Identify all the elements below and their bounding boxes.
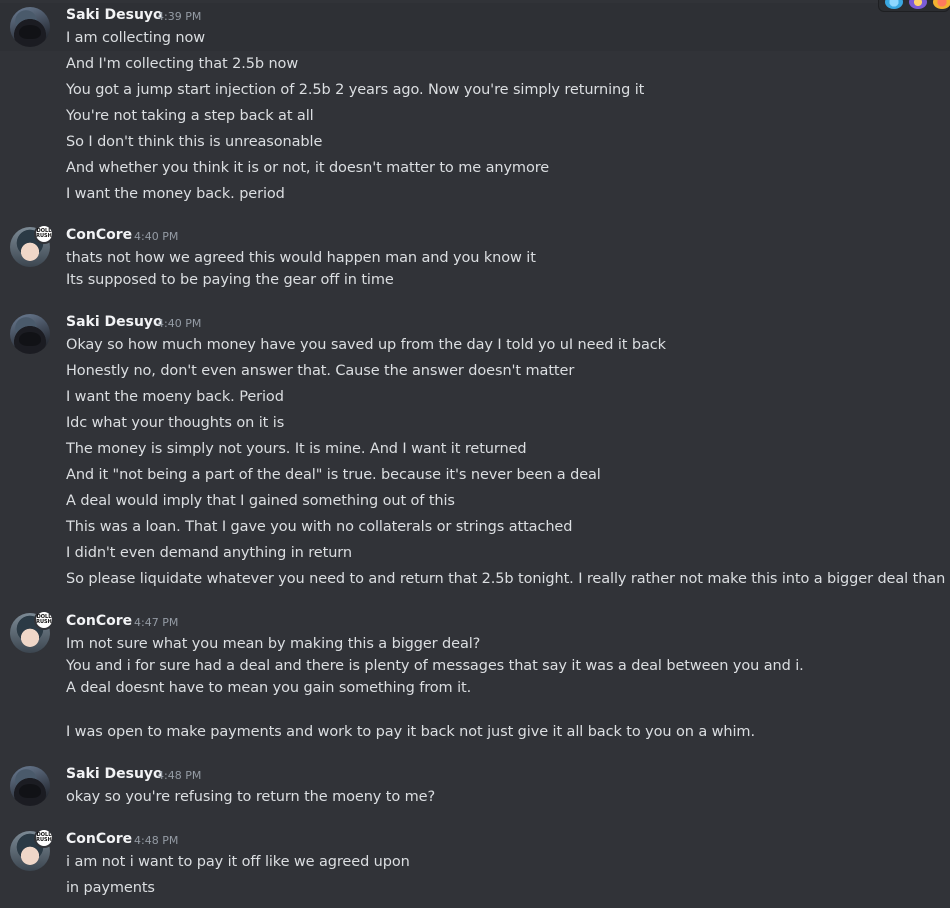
message-text: okay so you're refusing to return the mo…: [66, 789, 436, 805]
message-author[interactable]: Saki Desuyo: [66, 7, 163, 23]
message-text: in payments: [66, 880, 155, 896]
message-author[interactable]: ConCore: [66, 613, 132, 629]
message-text: Honestly no, don't even answer that. Cau…: [66, 363, 575, 379]
message-text: You and i for sure had a deal and there …: [66, 658, 804, 674]
user-avatar[interactable]: [10, 7, 50, 47]
party-emoji-icon[interactable]: [909, 0, 927, 9]
avatar-badge: DOLL RUSH: [34, 610, 54, 630]
message-author[interactable]: ConCore: [66, 227, 132, 243]
message-author[interactable]: Saki Desuyo: [66, 314, 163, 330]
message-text: This was a loan. That I gave you with no…: [66, 519, 573, 535]
message-timestamp[interactable]: 4:40 PM: [134, 230, 178, 243]
message-text: And I'm collecting that 2.5b now: [66, 56, 299, 72]
user-avatar[interactable]: [10, 766, 50, 806]
message-timestamp[interactable]: 4:39 PM: [157, 10, 201, 23]
message-text: Idc what your thoughts on it is: [66, 415, 285, 431]
message-text: You're not taking a step back at all: [66, 108, 314, 124]
message-text: I am collecting now: [66, 30, 206, 46]
message-timestamp[interactable]: 4:48 PM: [134, 834, 178, 847]
blue-emoji-icon[interactable]: [885, 0, 903, 9]
message-text: i am not i want to pay it off like we ag…: [66, 854, 410, 870]
avatar-badge-text: RUSH: [36, 619, 52, 625]
orange-emoji-icon[interactable]: [933, 0, 950, 9]
message-text: I want the moeny back. Period: [66, 389, 284, 405]
message-text: A deal doesnt have to mean you gain some…: [66, 680, 472, 696]
message-author[interactable]: Saki Desuyo: [66, 766, 163, 782]
message-timestamp[interactable]: 4:40 PM: [157, 317, 201, 330]
message-text: I was open to make payments and work to …: [66, 724, 755, 740]
message-timestamp[interactable]: 4:48 PM: [157, 769, 201, 782]
message-text: Its supposed to be paying the gear off i…: [66, 272, 394, 288]
message-text: I want the money back. period: [66, 186, 285, 202]
message-text: A deal would imply that I gained somethi…: [66, 493, 455, 509]
user-avatar[interactable]: [10, 314, 50, 354]
message-text: The money is simply not yours. It is min…: [66, 441, 527, 457]
message-reaction-bar[interactable]: [878, 0, 950, 12]
avatar-badge-text: RUSH: [36, 837, 52, 843]
message-text: You got a jump start injection of 2.5b 2…: [66, 82, 645, 98]
message-text: So please liquidate whatever you need to…: [66, 571, 950, 587]
message-text: And whether you think it is or not, it d…: [66, 160, 550, 176]
message-text: thats not how we agreed this would happe…: [66, 250, 536, 266]
message-text: I didn't even demand anything in return: [66, 545, 352, 561]
message-text: Okay so how much money have you saved up…: [66, 337, 666, 353]
avatar-badge: DOLL RUSH: [34, 828, 54, 848]
avatar-badge: DOLL RUSH: [34, 224, 54, 244]
message-timestamp[interactable]: 4:47 PM: [134, 616, 178, 629]
chat-message-list: Saki Desuyo 4:39 PM I am collecting now And…: [0, 0, 950, 908]
message-text: So I don't think this is unreasonable: [66, 134, 323, 150]
message-text: And it "not being a part of the deal" is…: [66, 467, 601, 483]
message-author[interactable]: ConCore: [66, 831, 132, 847]
message-text: Im not sure what you mean by making this…: [66, 636, 481, 652]
avatar-badge-text: RUSH: [36, 233, 52, 239]
